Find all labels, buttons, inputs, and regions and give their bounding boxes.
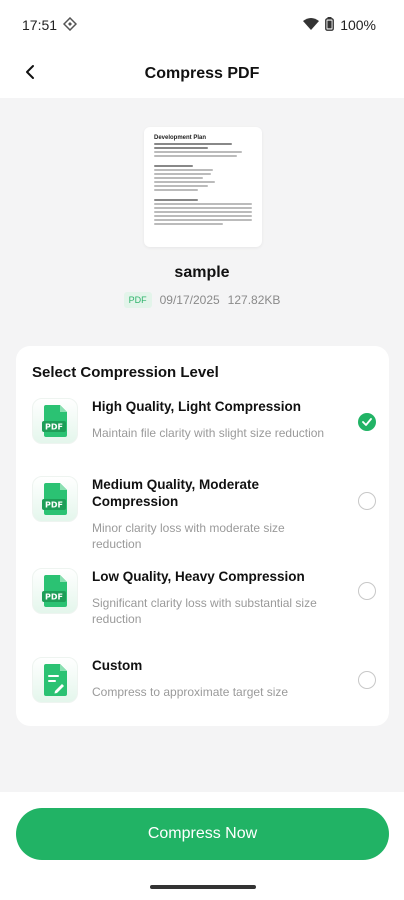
custom-edit-doc-icon bbox=[32, 657, 78, 703]
option-description: Compress to approximate target size bbox=[92, 685, 289, 699]
option-title: High Quality, Light Compression bbox=[92, 399, 302, 414]
option-high-quality[interactable]: PDF High Quality, Light Compression Main… bbox=[32, 398, 376, 444]
data-saver-icon bbox=[62, 16, 78, 34]
option-text: High Quality, Light Compression Maintain… bbox=[92, 398, 328, 444]
page-title: Compress PDF bbox=[144, 65, 260, 82]
bottom-action-area: Compress Now bbox=[0, 792, 404, 900]
back-button[interactable] bbox=[14, 58, 46, 90]
status-right: 100% bbox=[303, 16, 376, 34]
pdf-preview-thumbnail: Development Plan bbox=[144, 127, 262, 247]
compress-now-button[interactable]: Compress Now bbox=[16, 808, 389, 860]
preview-heading: Development Plan bbox=[154, 135, 207, 141]
radio-selected[interactable] bbox=[358, 413, 376, 431]
file-size: 127.82KB bbox=[227, 293, 281, 307]
svg-text:PDF: PDF bbox=[45, 593, 63, 602]
option-title: Low Quality, Heavy Compression bbox=[92, 569, 305, 584]
file-name: sample bbox=[174, 264, 230, 281]
svg-text:PDF: PDF bbox=[45, 423, 63, 432]
option-text: Custom Compress to approximate target si… bbox=[92, 657, 328, 703]
option-custom[interactable]: Custom Compress to approximate target si… bbox=[32, 657, 376, 703]
file-date: 09/17/2025 bbox=[159, 293, 220, 307]
option-text: Medium Quality, Moderate Compression Min… bbox=[92, 476, 328, 552]
compression-level-card: Select Compression Level PDF High Qualit… bbox=[16, 346, 389, 726]
radio-unselected[interactable] bbox=[358, 671, 376, 689]
battery-icon bbox=[325, 16, 335, 34]
back-arrow-icon bbox=[23, 64, 37, 85]
option-title: Medium Quality, Moderate Compression bbox=[92, 477, 260, 509]
pdf-doc-icon: PDF bbox=[32, 476, 78, 522]
option-low-quality[interactable]: PDF Low Quality, Heavy Compression Signi… bbox=[32, 568, 376, 627]
card-title: Select Compression Level bbox=[32, 364, 219, 381]
status-time: 17:51 bbox=[22, 17, 58, 33]
radio-unselected[interactable] bbox=[358, 582, 376, 600]
pdf-doc-icon: PDF bbox=[32, 398, 78, 444]
option-description: Maintain file clarity with slight size r… bbox=[92, 426, 325, 440]
status-bar: 17:51 100% bbox=[0, 0, 404, 50]
option-description: Minor clarity loss with moderate size re… bbox=[92, 521, 285, 551]
option-medium-quality[interactable]: PDF Medium Quality, Moderate Compression… bbox=[32, 476, 376, 552]
radio-unselected[interactable] bbox=[358, 492, 376, 510]
checkmark-icon bbox=[362, 418, 372, 426]
option-title: Custom bbox=[92, 658, 143, 673]
battery-percent: 100% bbox=[340, 17, 376, 33]
home-indicator[interactable] bbox=[150, 885, 256, 889]
svg-text:PDF: PDF bbox=[45, 501, 63, 510]
wifi-icon bbox=[303, 17, 320, 34]
app-bar: Compress PDF bbox=[0, 50, 404, 98]
pdf-doc-icon: PDF bbox=[32, 568, 78, 614]
option-text: Low Quality, Heavy Compression Significa… bbox=[92, 568, 328, 627]
file-type-badge: PDF bbox=[123, 292, 152, 308]
option-description: Significant clarity loss with substantia… bbox=[92, 596, 317, 626]
file-meta: PDF 09/17/2025 127.82KB bbox=[0, 292, 404, 308]
status-left: 17:51 bbox=[22, 16, 78, 34]
